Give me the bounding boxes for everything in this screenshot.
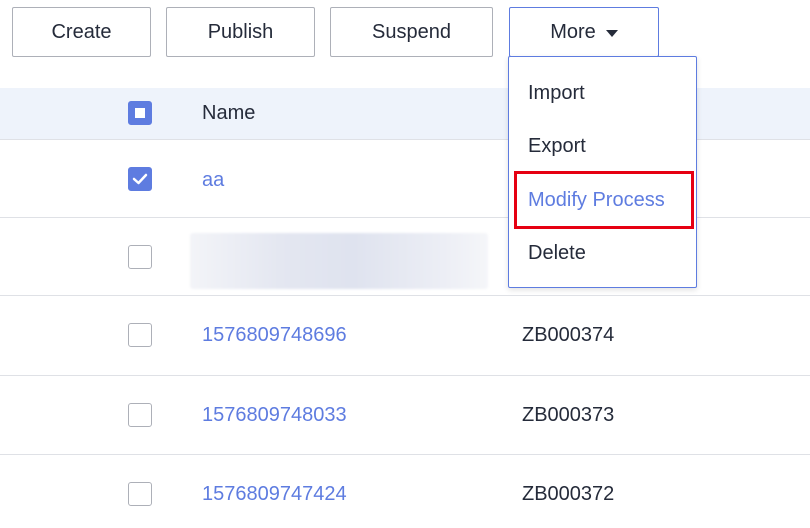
- more-button-label: More: [550, 20, 596, 43]
- menu-item-delete[interactable]: Delete: [509, 227, 696, 279]
- row-checkbox[interactable]: [128, 167, 152, 191]
- publish-button[interactable]: Publish: [166, 7, 315, 57]
- row-checkbox[interactable]: [128, 403, 152, 427]
- more-dropdown-menu: Import Export Modify Process Delete: [508, 56, 697, 288]
- table-row: 1576809748696 ZB000374: [0, 296, 810, 376]
- row-name-link[interactable]: 1576809747424: [202, 483, 347, 506]
- create-button[interactable]: Create: [12, 7, 151, 57]
- row-code: ZB000374: [522, 324, 615, 346]
- column-header-name: Name: [202, 102, 256, 124]
- menu-item-import[interactable]: Import: [509, 67, 696, 119]
- suspend-button[interactable]: Suspend: [330, 7, 493, 57]
- row-checkbox[interactable]: [128, 482, 152, 506]
- table-row: 1576809748033 ZB000373: [0, 376, 810, 455]
- caret-down-icon: [605, 29, 618, 37]
- redacted-name-cell: [190, 233, 488, 289]
- row-name-link[interactable]: aa: [202, 169, 224, 192]
- more-button[interactable]: More: [509, 7, 659, 57]
- row-checkbox[interactable]: [128, 245, 152, 269]
- table-row: 1576809747424 ZB000372: [0, 455, 810, 528]
- row-checkbox[interactable]: [128, 323, 152, 347]
- row-name-link[interactable]: 1576809748033: [202, 404, 347, 427]
- row-code: ZB000373: [522, 404, 615, 426]
- row-name-link[interactable]: 1576809748696: [202, 324, 347, 347]
- check-icon: [132, 173, 148, 185]
- toolbar: Create Publish Suspend More: [0, 0, 810, 60]
- menu-item-export[interactable]: Export: [509, 120, 696, 172]
- select-all-checkbox[interactable]: [128, 101, 152, 125]
- row-code: ZB000372: [522, 483, 615, 505]
- highlight-annotation-box: [514, 171, 694, 229]
